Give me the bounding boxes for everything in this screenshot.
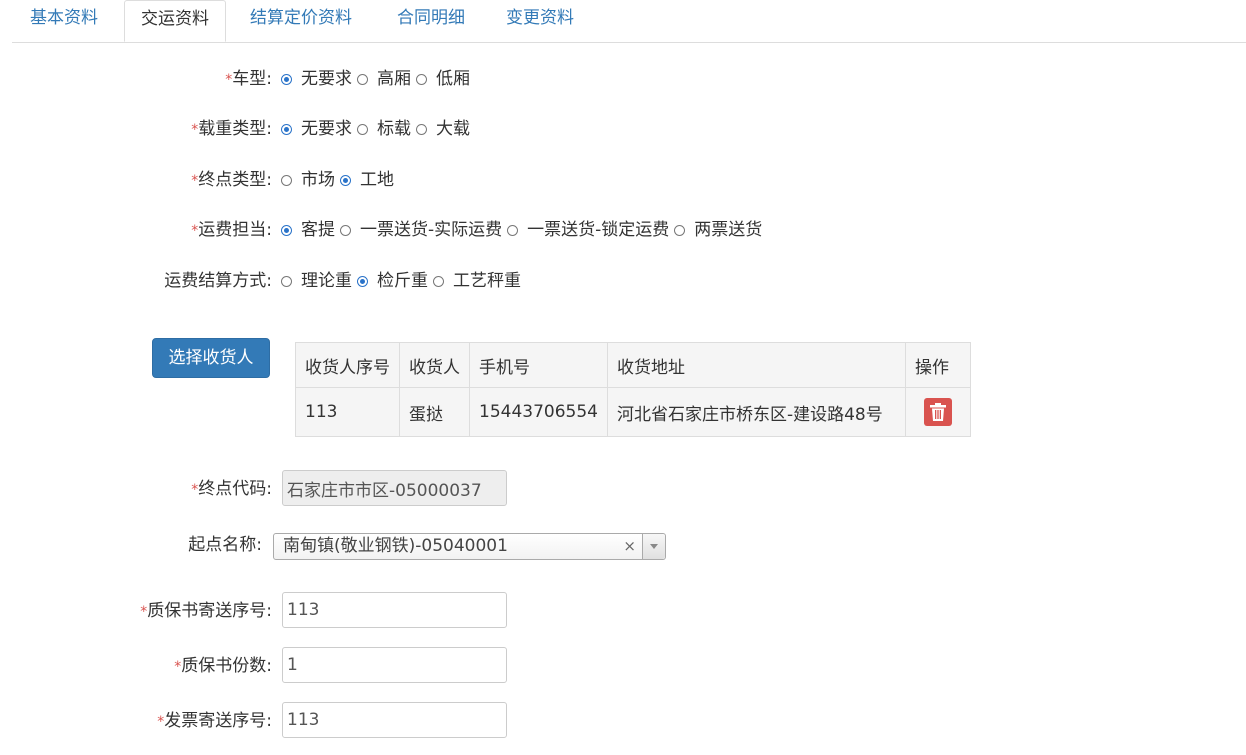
load-type-label: *载重类型:	[191, 119, 272, 139]
load-type-option-standard[interactable]: 标载	[357, 114, 411, 144]
vehicle-type-option-high[interactable]: 高厢	[357, 64, 411, 94]
warranty-copies-input[interactable]	[282, 647, 507, 683]
radio-checked-icon[interactable]	[281, 224, 292, 236]
radio-icon[interactable]	[340, 224, 351, 236]
freight-bearer-option-actual[interactable]: 一票送货-实际运费	[340, 215, 502, 245]
cell-address: 河北省石家庄市桥东区-建设路48号	[606, 387, 906, 437]
invoice-mail-input[interactable]	[282, 702, 507, 738]
header-consignee-name: 收货人	[399, 342, 470, 388]
origin-name-label: 起点名称:	[188, 535, 262, 555]
warranty-copies-label: *质保书份数:	[174, 656, 272, 676]
tab-delivery-info[interactable]: 交运资料	[124, 0, 226, 42]
tab-contract-detail[interactable]: 合同明细	[397, 0, 465, 42]
radio-icon[interactable]	[416, 123, 427, 135]
freight-settlement-option-weighed[interactable]: 检斤重	[357, 266, 428, 296]
cell-actions	[904, 387, 971, 437]
tab-basic-info[interactable]: 基本资料	[30, 0, 98, 42]
tab-settlement-pricing[interactable]: 结算定价资料	[250, 0, 352, 42]
freight-bearer-option-locked[interactable]: 一票送货-锁定运费	[507, 215, 669, 245]
clear-icon[interactable]: ×	[623, 534, 636, 559]
destination-code-input[interactable]	[282, 470, 507, 506]
radio-checked-icon[interactable]	[357, 275, 368, 287]
chevron-down-icon[interactable]	[642, 534, 665, 559]
warranty-mail-label: *质保书寄送序号:	[140, 601, 272, 621]
freight-bearer-option-pickup[interactable]: 客提	[281, 215, 335, 245]
destination-type-label: *终点类型:	[191, 170, 272, 190]
radio-icon[interactable]	[674, 224, 686, 236]
invoice-mail-row: *发票寄送序号:	[0, 706, 272, 736]
freight-bearer-label: *运费担当:	[191, 220, 272, 240]
tab-bar: 基本资料 交运资料 结算定价资料 合同明细 变更资料	[12, 0, 1246, 43]
warranty-copies-row: *质保书份数:	[0, 651, 272, 681]
load-type-option-heavy[interactable]: 大载	[416, 114, 470, 144]
vehicle-type-option-none[interactable]: 无要求	[281, 64, 352, 94]
delete-button[interactable]	[923, 398, 952, 426]
radio-icon[interactable]	[507, 224, 519, 236]
radio-checked-icon[interactable]	[340, 174, 351, 186]
radio-icon[interactable]	[281, 174, 292, 186]
destination-code-row: *终点代码:	[0, 474, 272, 504]
origin-name-row: 起点名称:	[0, 530, 272, 560]
freight-settlement-label: 运费结算方式:	[164, 271, 272, 291]
vehicle-type-label: *车型:	[225, 69, 272, 89]
freight-bearer-option-two-tickets[interactable]: 两票送货	[674, 215, 762, 245]
origin-name-value: 南甸镇(敬业钢铁)-05040001	[283, 536, 508, 556]
load-type-option-none[interactable]: 无要求	[281, 114, 352, 144]
header-address: 收货地址	[606, 342, 906, 388]
cell-consignee-id: 113	[295, 387, 400, 437]
freight-settlement-option-process-scale[interactable]: 工艺秤重	[433, 266, 521, 296]
radio-checked-icon[interactable]	[281, 73, 292, 85]
radio-icon[interactable]	[357, 73, 368, 85]
header-phone: 手机号	[469, 342, 608, 388]
trash-icon	[929, 403, 946, 421]
destination-type-row: *终点类型: 市场 工地	[0, 165, 900, 195]
cell-phone: 15443706554	[469, 387, 608, 437]
freight-bearer-row: *运费担当: 客提 一票送货-实际运费 一票送货-锁定运费 两票送货	[0, 215, 1000, 245]
freight-settlement-option-theoretical[interactable]: 理论重	[281, 266, 352, 296]
vehicle-type-option-low[interactable]: 低厢	[416, 64, 470, 94]
table-row: 113 蛋挞 15443706554 河北省石家庄市桥东区-建设路48号	[295, 387, 971, 437]
freight-settlement-row: 运费结算方式: 理论重 检斤重 工艺秤重	[0, 266, 900, 296]
header-actions: 操作	[904, 342, 971, 388]
header-consignee-id: 收货人序号	[295, 342, 400, 388]
radio-icon[interactable]	[281, 275, 292, 287]
origin-name-select[interactable]: 南甸镇(敬业钢铁)-05040001 ×	[273, 533, 666, 560]
radio-icon[interactable]	[416, 73, 427, 85]
destination-type-option-site[interactable]: 工地	[340, 165, 394, 195]
tab-change-info[interactable]: 变更资料	[506, 0, 574, 42]
cell-consignee-name: 蛋挞	[399, 387, 470, 437]
select-consignee-button[interactable]: 选择收货人	[152, 338, 270, 378]
radio-checked-icon[interactable]	[281, 123, 292, 135]
destination-code-label: *终点代码:	[191, 479, 272, 499]
radio-icon[interactable]	[433, 275, 444, 287]
consignee-table: 收货人序号 收货人 手机号 收货地址 操作 113 蛋挞 15443706554…	[295, 342, 971, 437]
load-type-row: *载重类型: 无要求 标载 大载	[0, 114, 900, 144]
radio-icon[interactable]	[357, 123, 368, 135]
invoice-mail-label: *发票寄送序号:	[157, 711, 272, 731]
destination-type-option-market[interactable]: 市场	[281, 165, 335, 195]
table-header-row: 收货人序号 收货人 手机号 收货地址 操作	[295, 342, 971, 388]
warranty-mail-input[interactable]	[282, 592, 507, 628]
vehicle-type-row: *车型: 无要求 高厢 低厢	[0, 64, 900, 94]
warranty-mail-row: *质保书寄送序号:	[0, 596, 272, 626]
